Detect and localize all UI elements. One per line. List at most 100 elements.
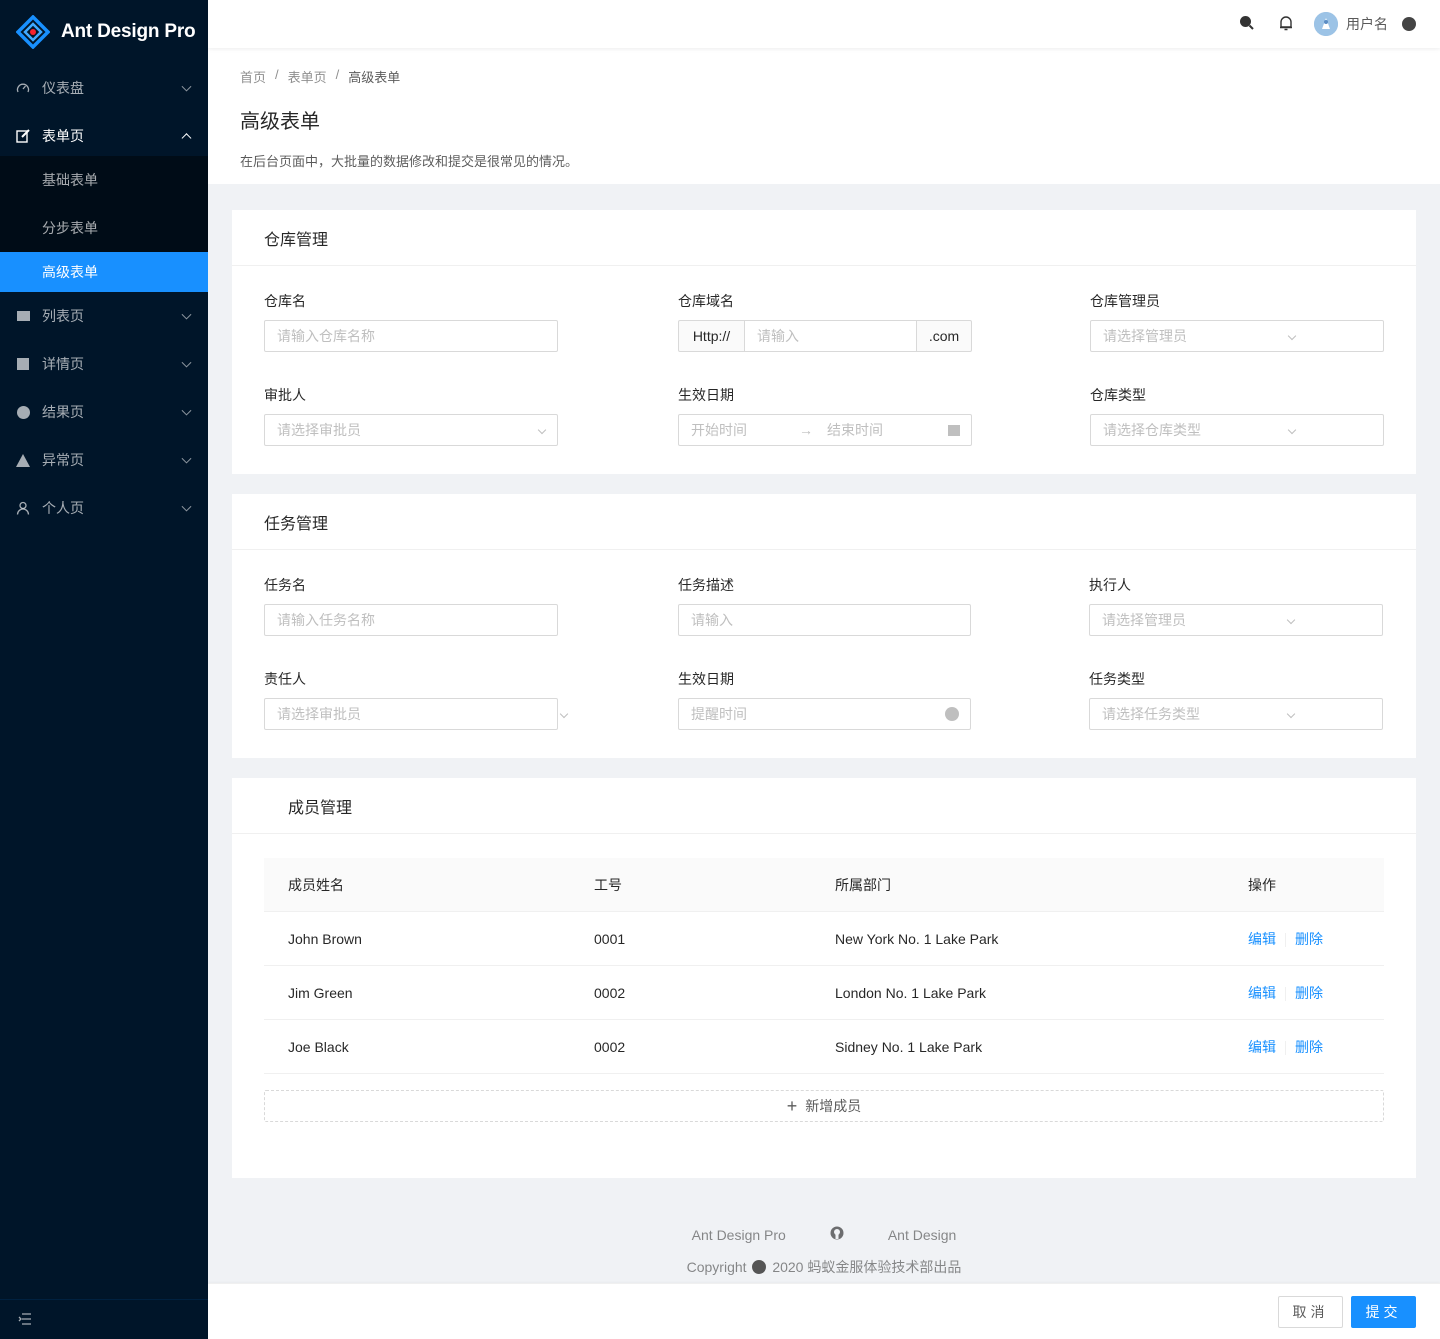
field-label: 仓库名	[264, 293, 306, 309]
warehouse-type-select[interactable]: 请选择仓库类型	[1090, 414, 1384, 446]
task-name-input[interactable]: 请输入任务名称	[264, 604, 558, 636]
field-label: 任务描述	[678, 577, 734, 593]
sidebar-item-label: 高级表单	[42, 264, 98, 280]
sidebar-item-account[interactable]: 个人页	[0, 484, 208, 532]
card-title: 任务管理	[232, 494, 1416, 550]
table-row: John Brown 0001 New York No. 1 Lake Park…	[264, 912, 1384, 966]
member-id: 0002	[594, 1038, 626, 1055]
arrow-right-icon: →	[799, 422, 813, 438]
task-reminder-time-picker[interactable]: 提醒时间	[678, 698, 971, 730]
edit-link[interactable]: 编辑	[1248, 1039, 1276, 1055]
sidebar-item-step-form[interactable]: 分步表单	[0, 204, 208, 252]
placeholder: 请选择仓库类型	[1103, 422, 1201, 438]
field-label: 执行人	[1089, 577, 1131, 593]
placeholder: 请输入任务名称	[277, 612, 375, 628]
warehouse-approver-select[interactable]: 请选择审批员	[264, 414, 558, 446]
delete-link[interactable]: 删除	[1295, 985, 1323, 1001]
chevron-down-icon	[1286, 709, 1296, 719]
table-row: Joe Black 0002 Sidney No. 1 Lake Park 编辑…	[264, 1020, 1384, 1074]
sidebar-item-exception[interactable]: 异常页	[0, 436, 208, 484]
sidebar-item-list[interactable]: 列表页	[0, 292, 208, 340]
warehouse-name-input[interactable]: 请输入仓库名称	[264, 320, 558, 352]
sidebar-item-dashboard[interactable]: 仪表盘	[0, 64, 208, 112]
language-switch-icon[interactable]	[1402, 17, 1416, 31]
submit-button[interactable]: 提交	[1351, 1296, 1416, 1328]
delete-link[interactable]: 删除	[1295, 1039, 1323, 1055]
ant-design-logo-icon	[15, 14, 51, 50]
column-header: 操作	[1248, 876, 1276, 893]
edit-link[interactable]: 编辑	[1248, 985, 1276, 1001]
sidebar-item-advanced-form[interactable]: 高级表单	[0, 252, 208, 292]
field-label: 生效日期	[678, 387, 734, 403]
field-label: 责任人	[264, 671, 306, 687]
sidebar-item-result[interactable]: 结果页	[0, 388, 208, 436]
breadcrumb-separator: /	[275, 67, 279, 82]
footer-link-antd[interactable]: Ant Design	[888, 1227, 956, 1243]
sidebar-item-form[interactable]: 表单页	[0, 116, 208, 156]
card-title: 成员管理	[232, 778, 1416, 834]
breadcrumb: 首页 / 表单页 / 高级表单	[240, 67, 1408, 86]
placeholder: 请选择管理员	[1103, 328, 1187, 344]
calendar-icon	[948, 425, 960, 436]
field-label: 任务类型	[1089, 671, 1145, 687]
search-button[interactable]	[1226, 0, 1266, 48]
table-row: Jim Green 0002 London No. 1 Lake Park 编辑…	[264, 966, 1384, 1020]
breadcrumb-home[interactable]: 首页	[240, 67, 266, 86]
task-owner-select[interactable]: 请选择审批员	[264, 698, 569, 730]
warehouse-date-range-picker[interactable]: 开始时间 → 结束时间	[678, 414, 972, 446]
task-description-input[interactable]: 请输入	[678, 604, 971, 636]
footer-toolbar: 取消 提交	[208, 1283, 1440, 1339]
placeholder: 请输入	[691, 612, 733, 628]
bell-icon	[1279, 15, 1293, 34]
delete-link[interactable]: 删除	[1295, 931, 1323, 947]
chevron-down-icon	[181, 501, 192, 512]
chevron-down-icon	[537, 425, 547, 435]
add-member-label: 新增成员	[805, 1098, 862, 1114]
column-header: 工号	[594, 876, 622, 893]
plus-icon: +	[786, 1096, 798, 1116]
field-label: 仓库类型	[1090, 387, 1146, 403]
chevron-up-icon	[181, 133, 192, 144]
sidebar-item-label: 仪表盘	[42, 80, 84, 96]
field-label: 仓库管理员	[1090, 293, 1160, 309]
top-header: 用户名	[208, 0, 1440, 48]
member-id: 0001	[594, 930, 626, 947]
logo[interactable]: Ant Design Pro	[0, 0, 208, 64]
warehouse-admin-select[interactable]: 请选择管理员	[1090, 320, 1384, 352]
footer-link-pro[interactable]: Ant Design Pro	[692, 1227, 786, 1243]
sidebar-item-label: 列表页	[42, 308, 84, 324]
task-executor-select[interactable]: 请选择管理员	[1089, 604, 1383, 636]
domain-prefix: Http://	[678, 320, 745, 352]
user-menu[interactable]: 用户名	[1314, 12, 1388, 36]
chevron-down-icon	[181, 453, 192, 464]
sidebar-item-basic-form[interactable]: 基础表单	[0, 156, 208, 204]
warehouse-card: 仓库管理 仓库名 请输入仓库名称 仓库域名 Http:// 请输入 .com 仓…	[232, 210, 1416, 474]
github-icon[interactable]	[830, 1226, 844, 1243]
field-label: 审批人	[264, 387, 306, 403]
notification-button[interactable]	[1266, 0, 1306, 48]
chevron-down-icon	[559, 709, 569, 719]
task-type-select[interactable]: 请选择任务类型	[1089, 698, 1383, 730]
table-header: 成员姓名 工号 所属部门 操作	[264, 858, 1384, 912]
edit-link[interactable]: 编辑	[1248, 931, 1276, 947]
domain-suffix: .com	[916, 320, 972, 352]
collapse-trigger[interactable]	[0, 1299, 208, 1339]
sidebar-item-label: 基础表单	[42, 172, 98, 188]
cancel-button[interactable]: 取消	[1278, 1296, 1343, 1328]
column-header: 成员姓名	[288, 876, 344, 893]
member-dept: London No. 1 Lake Park	[835, 984, 986, 1001]
warehouse-domain-input[interactable]: 请输入	[744, 320, 917, 352]
breadcrumb-form[interactable]: 表单页	[288, 67, 327, 86]
add-member-button[interactable]: + 新增成员	[264, 1090, 1384, 1122]
placeholder: 请选择审批员	[277, 706, 361, 722]
members-card: 成员管理 成员姓名 工号 所属部门 操作 John Brown 0001 New…	[232, 778, 1416, 1178]
form-icon	[16, 129, 30, 143]
chevron-down-icon	[1287, 425, 1297, 435]
sidebar: Ant Design Pro 仪表盘 表单页 基础表单 分步表单 高级表单 列表…	[0, 0, 208, 1339]
sidebar-item-profile[interactable]: 详情页	[0, 340, 208, 388]
range-start-placeholder: 开始时间	[691, 422, 747, 438]
page-header: 首页 / 表单页 / 高级表单 高级表单 在后台页面中，大批量的数据修改和提交是…	[208, 48, 1440, 184]
divider	[1285, 1040, 1286, 1055]
member-name: Jim Green	[288, 984, 353, 1001]
copyright-text: 2020 蚂蚁金服体验技术部出品	[772, 1259, 962, 1275]
